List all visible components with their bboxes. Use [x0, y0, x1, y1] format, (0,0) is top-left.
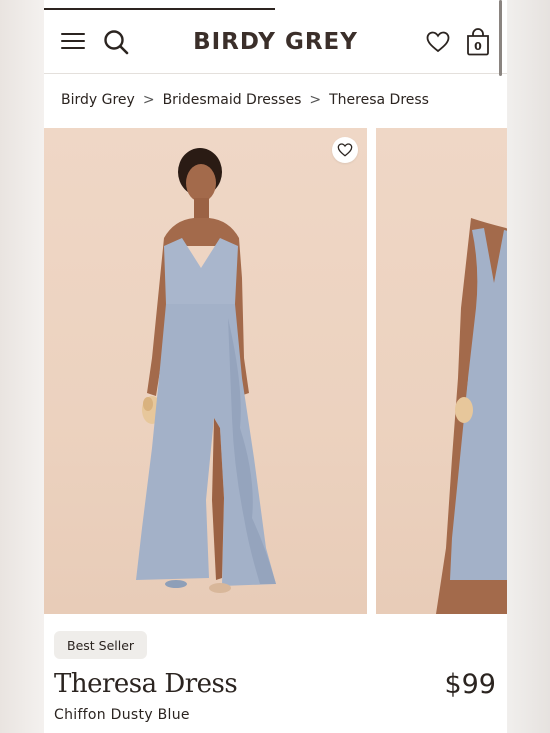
header: BIRDY GREY 0 [44, 10, 507, 74]
breadcrumb-link-category[interactable]: Bridesmaid Dresses [163, 92, 302, 108]
product-image-secondary[interactable] [376, 128, 507, 614]
product-title: Theresa Dress [54, 669, 238, 699]
breadcrumb-separator: > [309, 92, 322, 108]
model-photo-secondary [436, 218, 507, 614]
product-price: $99 [444, 669, 496, 700]
heart-outline-icon [337, 143, 353, 157]
product-variant: Chiffon Dusty Blue [54, 707, 190, 723]
image-gallery[interactable] [44, 128, 507, 614]
breadcrumb-link-home[interactable]: Birdy Grey [61, 92, 135, 108]
model-photo [136, 148, 276, 593]
bag-icon[interactable]: 0 [465, 27, 491, 57]
page: BIRDY GREY 0 Birdy Grey > Bridesmaid Dre… [44, 0, 507, 733]
best-seller-badge: Best Seller [54, 631, 148, 659]
breadcrumb-current: Theresa Dress [329, 92, 429, 108]
cart-count: 0 [474, 39, 482, 53]
breadcrumb: Birdy Grey > Bridesmaid Dresses > Theres… [61, 92, 429, 108]
favorite-button[interactable] [332, 137, 358, 163]
scrollbar[interactable] [499, 0, 502, 76]
product-image-main[interactable] [44, 128, 367, 614]
heart-icon[interactable] [425, 30, 451, 54]
breadcrumb-separator: > [142, 92, 155, 108]
